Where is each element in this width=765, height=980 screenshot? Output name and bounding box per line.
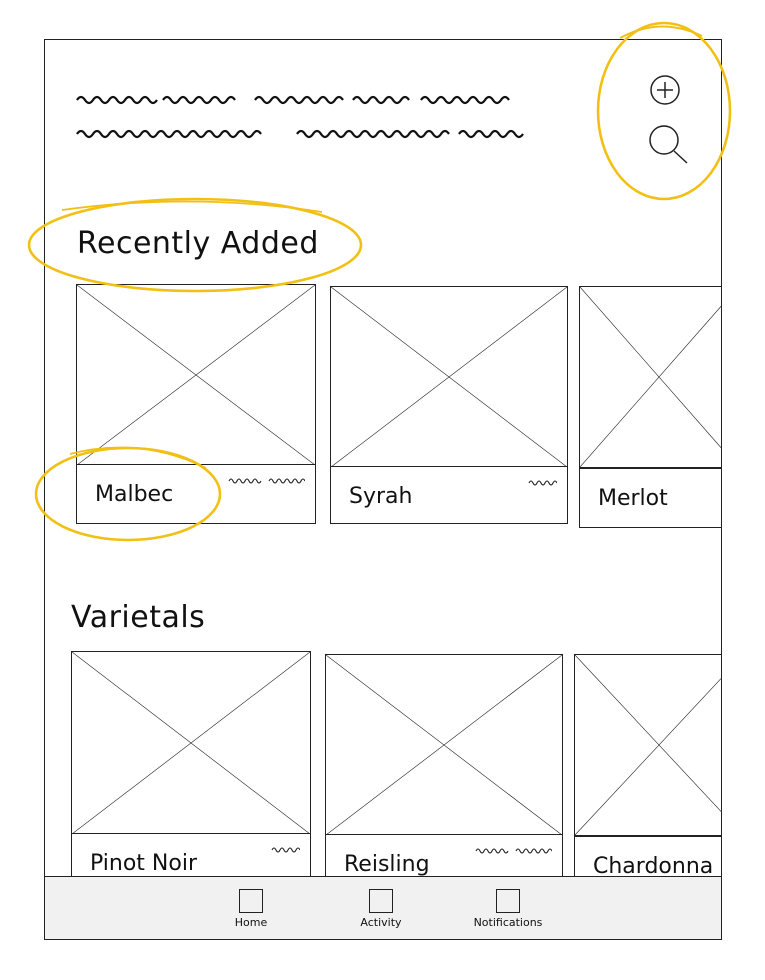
card-image-placeholder xyxy=(574,654,721,836)
card-syrah[interactable]: Syrah xyxy=(330,286,568,526)
tab-label: Home xyxy=(234,916,268,929)
card-pinot-noir[interactable]: Pinot Noir xyxy=(71,651,311,911)
bottom-tab-bar: Home Activity Notifications xyxy=(45,876,721,939)
tab-label: Notifications xyxy=(473,916,543,929)
header-placeholder-line-1 xyxy=(76,95,510,105)
notifications-tab-icon xyxy=(496,889,520,913)
card-meta-placeholder xyxy=(271,847,300,853)
activity-tab-icon xyxy=(369,889,393,913)
tab-notifications[interactable]: Notifications xyxy=(468,889,548,929)
card-label: Malbec xyxy=(95,482,174,507)
card-label: Merlot xyxy=(598,486,668,511)
card-label-box: Syrah xyxy=(330,466,568,524)
card-image-placeholder xyxy=(76,284,316,466)
card-merlot[interactable]: Merlot xyxy=(579,286,721,528)
card-meta-placeholder xyxy=(228,478,305,484)
card-image-placeholder xyxy=(330,286,568,468)
card-label: Pinot Noir xyxy=(90,851,197,876)
plus-circle-icon[interactable] xyxy=(649,74,681,106)
card-image-placeholder xyxy=(325,654,563,836)
card-label: Reisling xyxy=(344,852,430,877)
header-placeholder-line-2 xyxy=(76,129,524,139)
card-meta-placeholder xyxy=(528,480,557,486)
card-image-placeholder xyxy=(579,286,721,468)
search-icon[interactable] xyxy=(647,122,691,166)
app-screen: Recently Added Malbec Syrah Merlot Varie… xyxy=(44,39,722,940)
card-label-box: Merlot xyxy=(579,468,721,528)
card-meta-placeholder xyxy=(475,848,552,854)
tab-home[interactable]: Home xyxy=(211,889,291,929)
card-malbec[interactable]: Malbec xyxy=(76,284,316,526)
section-title-varietals: Varietals xyxy=(71,600,206,635)
card-chardonnay[interactable]: Chardonna xyxy=(574,654,721,914)
card-label: Syrah xyxy=(349,484,413,509)
card-reisling[interactable]: Reisling xyxy=(325,654,563,914)
card-image-placeholder xyxy=(71,651,311,835)
section-title-recently-added: Recently Added xyxy=(77,226,319,261)
tab-label: Activity xyxy=(360,916,402,929)
tab-activity[interactable]: Activity xyxy=(341,889,421,929)
home-tab-icon xyxy=(239,889,263,913)
card-label-box: Malbec xyxy=(76,464,316,524)
